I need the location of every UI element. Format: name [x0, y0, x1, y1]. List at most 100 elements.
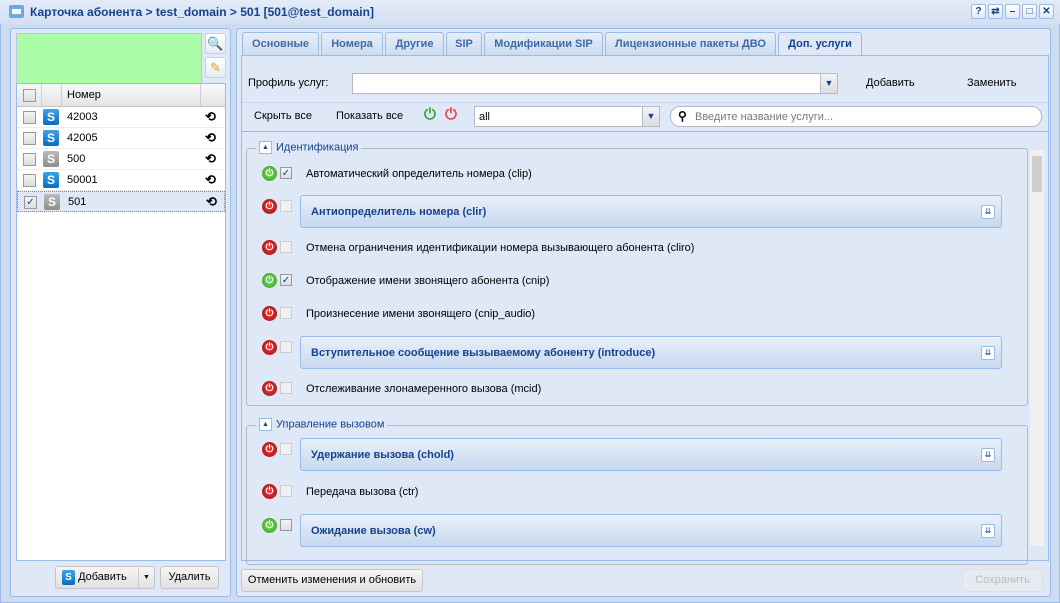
table-row[interactable]: S 42003 ⟲: [17, 107, 225, 128]
delete-button[interactable]: Удалить: [160, 566, 219, 589]
scrollbar-thumb[interactable]: [1032, 156, 1042, 192]
table-row[interactable]: S 42005 ⟲: [17, 128, 225, 149]
group-title: Идентификация: [276, 141, 359, 154]
service-checkbox[interactable]: ✓: [280, 274, 292, 286]
row-checkbox[interactable]: ✓: [24, 196, 37, 209]
service-checkbox[interactable]: [280, 200, 292, 212]
profile-add-button[interactable]: Добавить: [866, 77, 915, 89]
collapse-icon[interactable]: ▲: [259, 141, 272, 154]
history-icon[interactable]: ⟲: [205, 130, 216, 146]
expand-icon[interactable]: ⇊: [981, 205, 995, 219]
numbers-grid: Номер S 42003 ⟲ S 42005 ⟲ S 500 ⟲ S 5000…: [16, 83, 226, 561]
search-placeholder: Введите название услуги...: [695, 111, 834, 123]
service-panel[interactable]: Вступительное сообщение вызываемому абон…: [300, 336, 1002, 369]
row-checkbox[interactable]: [23, 174, 36, 187]
service-checkbox[interactable]: [280, 307, 292, 319]
search-icon[interactable]: 🔍: [205, 33, 226, 54]
subscriber-icon: S: [62, 569, 75, 585]
expand-icon[interactable]: ⇊: [981, 448, 995, 462]
service-search-input[interactable]: ⚲ Введите название услуги...: [670, 106, 1042, 127]
refresh-icon[interactable]: ⇄: [988, 4, 1003, 19]
tab-1[interactable]: Номера: [321, 32, 383, 55]
filter-value: all: [479, 111, 491, 123]
maximize-icon[interactable]: □: [1022, 4, 1037, 19]
power-toggle-icon[interactable]: ⏻: [262, 340, 277, 355]
service-checkbox[interactable]: [280, 341, 292, 353]
power-toggle-icon[interactable]: ⏻: [262, 306, 277, 321]
service-checkbox[interactable]: [280, 241, 292, 253]
history-icon[interactable]: ⟲: [206, 194, 217, 210]
history-icon[interactable]: ⟲: [205, 172, 216, 188]
hide-all-button[interactable]: Скрыть все: [254, 110, 312, 122]
scrollbar[interactable]: [1030, 150, 1044, 546]
tab-4[interactable]: Модификации SIP: [484, 32, 603, 55]
table-row[interactable]: S 500 ⟲: [17, 149, 225, 170]
profile-label: Профиль услуг:: [248, 77, 329, 89]
grid-header: Номер: [17, 84, 225, 107]
tab-5[interactable]: Лицензионные пакеты ДВО: [605, 32, 776, 55]
tab-6[interactable]: Доп. услуги: [778, 32, 862, 56]
service-name: Автоматический определитель номера (clip…: [306, 168, 532, 180]
row-number: 501: [68, 196, 87, 208]
tab-0[interactable]: Основные: [242, 32, 319, 55]
service-name: Отображение имени звонящего абонента (cn…: [306, 275, 550, 287]
window-title: Карточка абонента > test_domain > 501 [5…: [30, 5, 374, 19]
row-checkbox[interactable]: [23, 111, 36, 124]
power-toggle-icon[interactable]: ⏻: [262, 166, 277, 181]
service-checkbox[interactable]: [280, 443, 292, 455]
select-all-checkbox[interactable]: [23, 89, 36, 102]
power-toggle-icon[interactable]: ⏻: [262, 484, 277, 499]
profile-replace-button[interactable]: Заменить: [967, 77, 1016, 89]
enable-all-icon[interactable]: ⏻: [424, 106, 436, 123]
service-checkbox[interactable]: [280, 519, 292, 531]
table-row[interactable]: ✓ S 501 ⟲: [17, 191, 225, 212]
profile-select[interactable]: ▼: [352, 73, 838, 94]
service-name: Отслеживание злонамеренного вызова (mcid…: [306, 383, 542, 395]
subscriber-icon: S: [44, 194, 60, 210]
expand-icon[interactable]: ⇊: [981, 524, 995, 538]
power-toggle-icon[interactable]: ⏻: [262, 273, 277, 288]
service-checkbox[interactable]: [280, 485, 292, 497]
power-toggle-icon[interactable]: ⏻: [262, 518, 277, 533]
service-panel[interactable]: Удержание вызова (chold) ⇊: [300, 438, 1002, 471]
subscriber-icon: S: [43, 130, 59, 146]
power-toggle-icon[interactable]: ⏻: [262, 381, 277, 396]
service-checkbox[interactable]: ✓: [280, 167, 292, 179]
group-legend: ▲ Управление вызовом: [256, 418, 388, 431]
row-number: 500: [67, 153, 86, 165]
add-label: Добавить: [78, 571, 127, 583]
add-dropdown-arrow[interactable]: ▼: [138, 567, 154, 588]
filter-select[interactable]: all ▼: [474, 106, 660, 127]
subscriber-icon: S: [43, 172, 59, 188]
history-icon[interactable]: ⟲: [205, 151, 216, 167]
minimize-icon[interactable]: –: [1005, 4, 1020, 19]
help-icon[interactable]: ?: [971, 4, 986, 19]
service-name: Отмена ограничения идентификации номера …: [306, 242, 695, 254]
add-button[interactable]: S Добавить ▼: [55, 566, 155, 589]
show-all-button[interactable]: Показать все: [336, 110, 403, 122]
history-icon[interactable]: ⟲: [205, 109, 216, 125]
power-toggle-icon[interactable]: ⏻: [262, 240, 277, 255]
row-checkbox[interactable]: [23, 132, 36, 145]
tab-3[interactable]: SIP: [446, 32, 482, 55]
cancel-refresh-button[interactable]: Отменить изменения и обновить: [241, 569, 423, 592]
close-icon[interactable]: ✕: [1039, 4, 1054, 19]
disable-all-icon[interactable]: ⏻: [445, 106, 457, 123]
row-checkbox[interactable]: [23, 153, 36, 166]
service-panel[interactable]: Ожидание вызова (cw) ⇊: [300, 514, 1002, 547]
subscriber-icon: S: [43, 109, 59, 125]
power-toggle-icon[interactable]: ⏻: [262, 199, 277, 214]
subscriber-icon: S: [43, 151, 59, 167]
chevron-down-icon[interactable]: ▼: [642, 107, 659, 126]
column-number[interactable]: Номер: [67, 89, 101, 101]
expand-icon[interactable]: ⇊: [981, 346, 995, 360]
save-button[interactable]: Сохранить: [962, 569, 1043, 592]
tab-2[interactable]: Другие: [385, 32, 444, 55]
collapse-icon[interactable]: ▲: [259, 418, 272, 431]
service-panel[interactable]: Антиопределитель номера (clir) ⇊: [300, 195, 1002, 228]
service-checkbox[interactable]: [280, 382, 292, 394]
edit-icon[interactable]: ✎: [205, 57, 226, 78]
table-row[interactable]: S 50001 ⟲: [17, 170, 225, 191]
power-toggle-icon[interactable]: ⏻: [262, 442, 277, 457]
chevron-down-icon[interactable]: ▼: [820, 74, 837, 93]
